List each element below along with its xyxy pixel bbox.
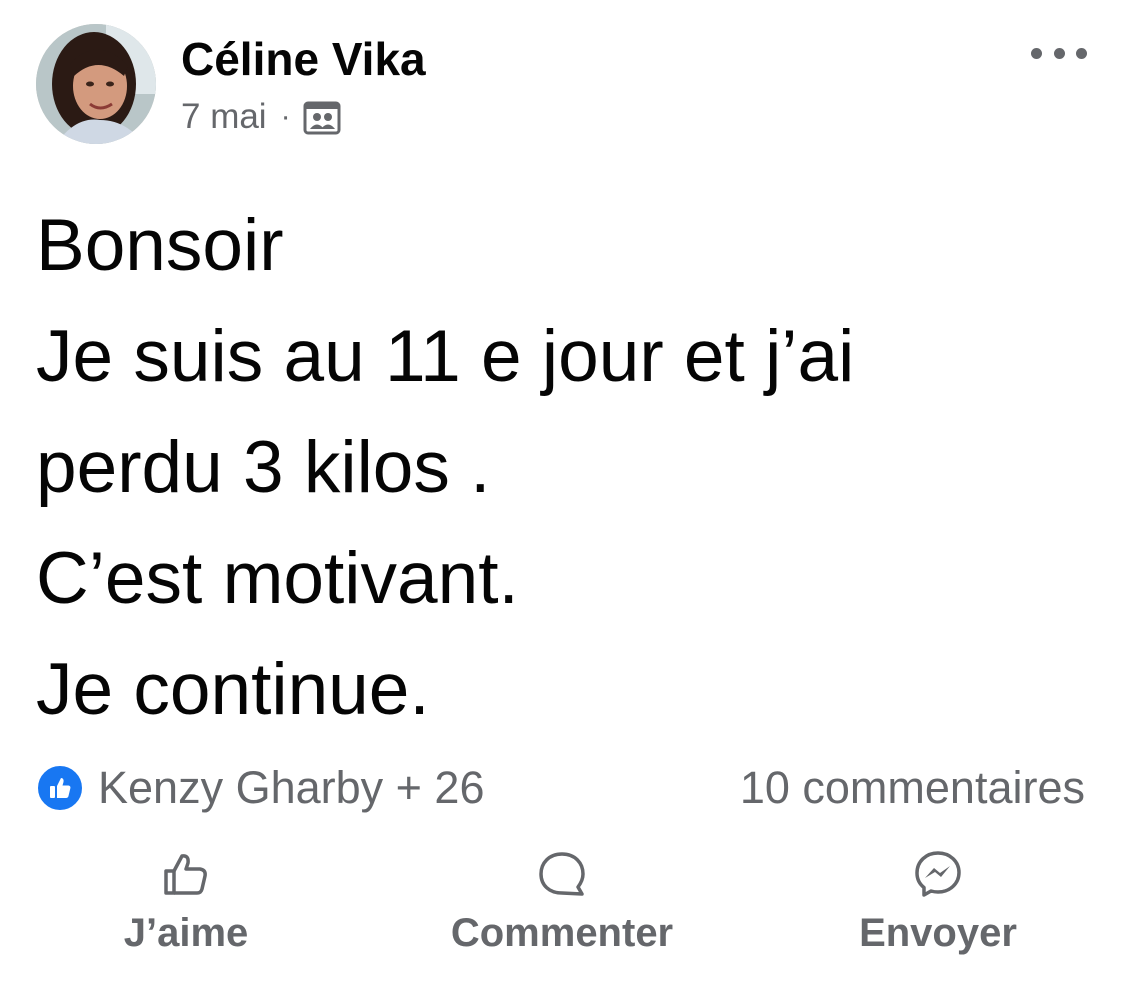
avatar[interactable] [36,24,156,144]
more-dot-icon [1053,47,1065,59]
friends-icon [303,101,341,135]
post-meta: 7 mai · [181,96,341,138]
comment-button[interactable]: Commenter [402,848,722,958]
more-dot-icon [1076,47,1087,59]
thumbs-up-icon [50,778,71,798]
comment-bubble-icon [539,852,585,896]
post-text-line: C’est motivant. [36,538,519,619]
like-button-label: J’aime [123,911,249,955]
thumbs-up-outline-icon [164,854,207,895]
send-button-label: Envoyer [859,911,1017,955]
messenger-icon [915,851,961,897]
more-options-button[interactable] [1031,38,1087,68]
post-date[interactable]: 7 mai [181,97,267,137]
send-button[interactable]: Envoyer [778,848,1098,958]
like-button[interactable]: J’aime [26,848,346,958]
post-actions: J’aime Commenter Envoyer [0,848,1125,968]
avatar-photo [36,24,156,144]
comment-button-label: Commenter [450,911,674,955]
author-name[interactable]: Céline Vika [181,32,426,86]
post-text-line: Je continue. [36,649,430,730]
like-reaction-icon [36,764,84,812]
comments-count[interactable]: 10 commentaires [740,760,1085,816]
more-dot-icon [1031,47,1042,59]
post-text-line: Bonsoir [36,205,284,286]
post-text: Bonsoir Je suis au 11 e jour et j’ai per… [36,190,1096,745]
post-text-line: perdu 3 kilos . [36,427,491,508]
meta-separator: · [280,100,291,133]
reactions-summary[interactable]: Kenzy Gharby + 26 [36,760,484,816]
post-text-line: Je suis au 11 e jour et j’ai [36,316,855,397]
post-card: Céline Vika 7 mai · Bonsoir Je suis au 1… [0,0,1125,985]
reactions-label: Kenzy Gharby + 26 [98,762,485,813]
